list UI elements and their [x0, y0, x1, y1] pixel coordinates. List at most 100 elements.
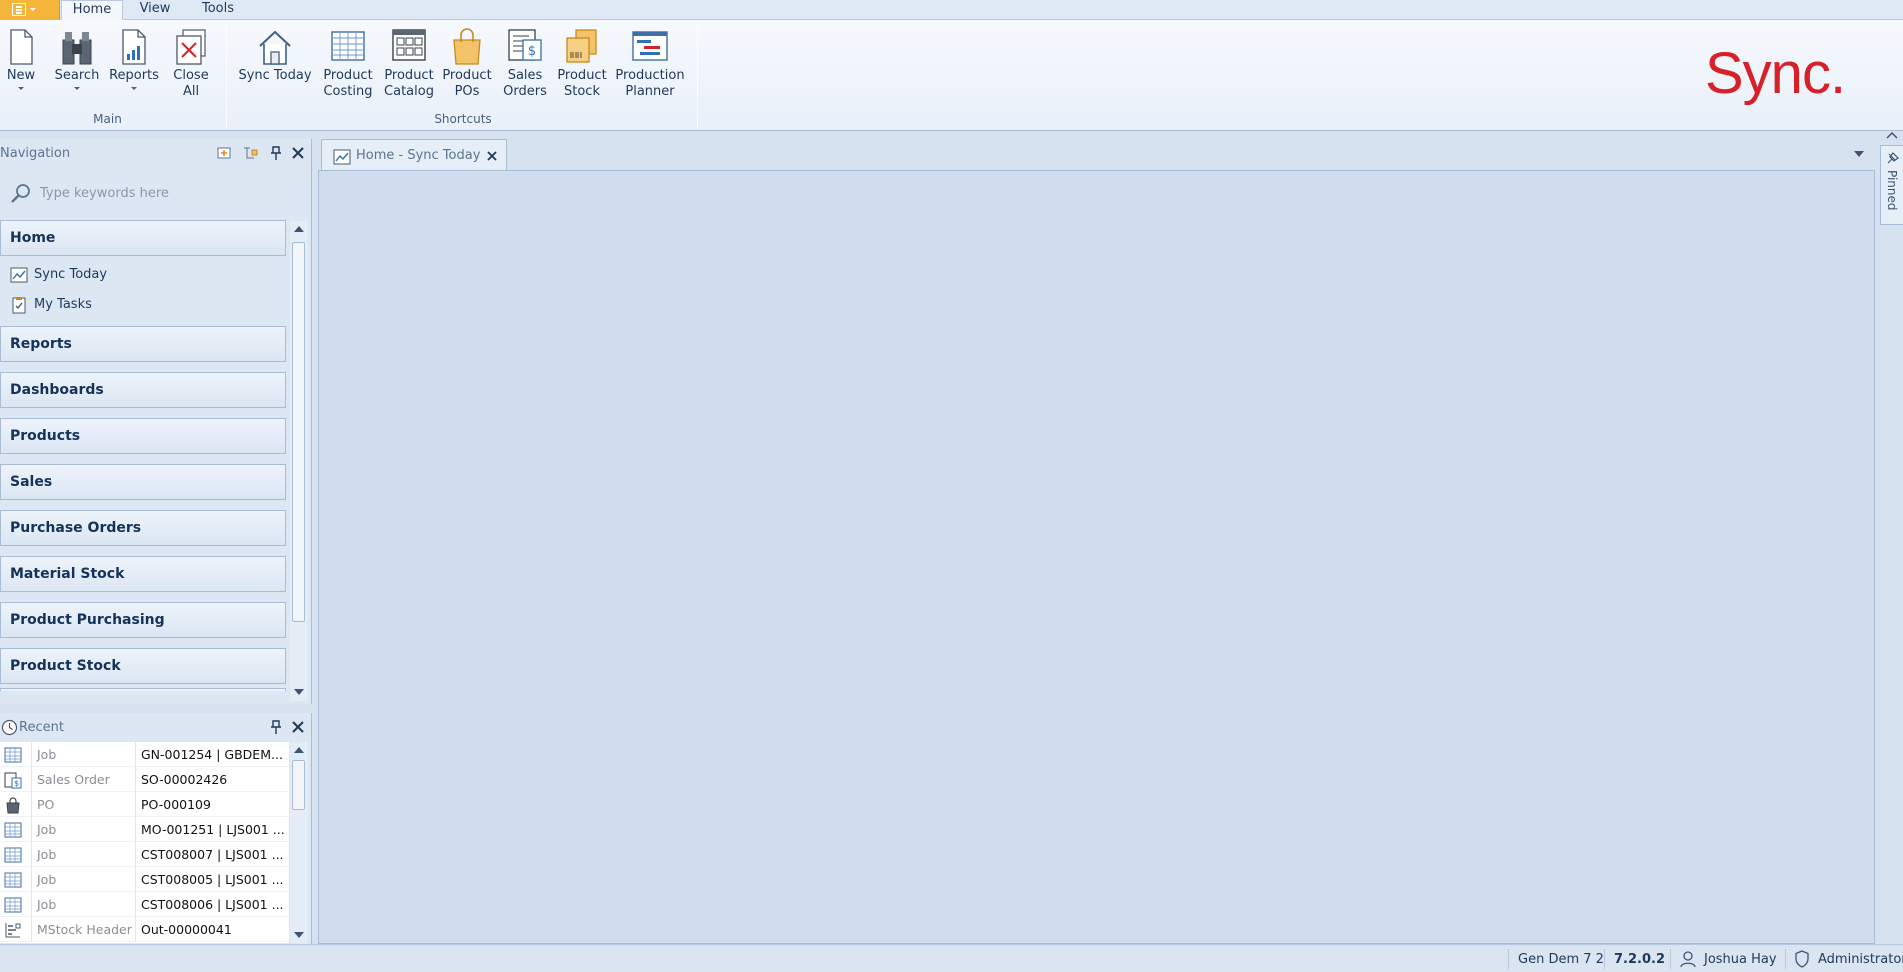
pin-icon[interactable]: [268, 145, 284, 161]
recent-value: SO-00002426: [141, 772, 228, 787]
recent-type: Sales Order: [31, 767, 136, 792]
tab-view[interactable]: View: [130, 0, 180, 20]
document-area: Home - Sync Today: [318, 139, 1880, 944]
collapse-ribbon-icon[interactable]: [1886, 130, 1898, 140]
nav-group-sales[interactable]: Sales: [0, 464, 286, 500]
recent-row[interactable]: PO PO-000109: [0, 792, 289, 817]
sync-today-label: Sync Today: [238, 68, 312, 83]
nav-group-purchase-orders[interactable]: Purchase Orders: [0, 510, 286, 546]
product-pos-label-1: Product: [442, 68, 492, 83]
scroll-down-icon[interactable]: [294, 689, 304, 695]
recent-pane: Recent Job GN-001254 | GBDEM... $ Sales …: [0, 713, 312, 944]
scroll-up-icon[interactable]: [294, 226, 304, 232]
recent-row[interactable]: Job CST008007 | LJS001 ...: [0, 842, 289, 867]
chevron-down-icon: [18, 87, 24, 90]
recent-row[interactable]: Job CST008005 | LJS001 ...: [0, 867, 289, 892]
status-user[interactable]: Joshua Hay: [1704, 952, 1777, 967]
recent-type: Job: [31, 867, 136, 892]
reports-button[interactable]: Reports: [108, 24, 160, 90]
collapse-all-icon[interactable]: [242, 145, 258, 161]
recent-value: GN-001254 | GBDEM...: [141, 747, 283, 762]
recent-row[interactable]: Job CST008006 | LJS001 ...: [0, 892, 289, 917]
close-tab-icon[interactable]: [486, 150, 498, 162]
document-tab[interactable]: Home - Sync Today: [321, 139, 507, 171]
sales-orders-button[interactable]: $ Sales Orders: [501, 24, 549, 100]
new-button[interactable]: New: [0, 24, 42, 90]
sync-today-button[interactable]: Sync Today: [238, 24, 312, 84]
grid-sheet-icon: [331, 31, 365, 61]
status-role: Administrator: [1818, 952, 1903, 967]
recent-type: Job: [31, 892, 136, 917]
nav-group-product-purchasing[interactable]: Product Purchasing: [0, 602, 286, 638]
close-all-label-1: Close: [173, 68, 209, 83]
chevron-down-icon: [74, 87, 80, 90]
nav-item-sync-today[interactable]: Sync Today: [8, 263, 278, 287]
ribbon-tab-strip: Home View Tools: [0, 0, 1903, 20]
product-costing-button[interactable]: Product Costing: [320, 24, 376, 100]
recent-row[interactable]: Job MO-001251 | LJS001 ...: [0, 817, 289, 842]
production-planner-button[interactable]: Production Planner: [615, 24, 685, 100]
close-all-button[interactable]: Close All: [167, 24, 215, 100]
grid-sheet-icon: [4, 847, 22, 863]
recent-scrollbar[interactable]: [290, 742, 308, 943]
close-all-icon: [176, 29, 206, 65]
scroll-down-icon[interactable]: [294, 932, 304, 938]
binoculars-icon: [62, 32, 92, 65]
application-menu-button[interactable]: [0, 0, 60, 20]
status-version: 7.2.0.2: [1614, 952, 1665, 967]
app-menu-icon: [12, 3, 26, 16]
recent-row[interactable]: MStock Header Out-00000041: [0, 917, 289, 942]
recent-type: MStock Header: [31, 917, 136, 942]
status-bar: Gen Dem 7 2 7.2.0.2 Joshua Hay Administr…: [0, 944, 1903, 972]
grid-sheet-icon: [4, 872, 22, 888]
ribbon: New Search Reports Close All Main Sync T…: [0, 20, 1903, 139]
tab-home[interactable]: Home: [61, 0, 123, 20]
scroll-up-icon[interactable]: [294, 747, 304, 753]
expand-all-icon[interactable]: [216, 145, 232, 161]
product-pos-button[interactable]: Product POs: [441, 24, 493, 100]
group-divider: [226, 24, 227, 128]
status-divider: [1670, 949, 1671, 969]
catalog-icon: [392, 29, 426, 61]
navigation-search[interactable]: [6, 180, 306, 206]
nav-item-my-tasks[interactable]: My Tasks: [8, 293, 278, 317]
search-input[interactable]: [40, 182, 290, 204]
product-catalog-button[interactable]: Product Catalog: [381, 24, 437, 100]
stock-boxes-icon: [566, 29, 597, 63]
home-icon: [259, 30, 291, 65]
reports-label: Reports: [109, 68, 159, 83]
nav-group-product-stock[interactable]: Product Stock: [0, 648, 286, 684]
scrollbar-thumb[interactable]: [292, 242, 305, 622]
sales-orders-label-2: Orders: [503, 84, 547, 99]
group-divider: [697, 24, 698, 128]
recent-row[interactable]: Job GN-001254 | GBDEM...: [0, 742, 289, 767]
recent-value: CST008005 | LJS001 ...: [141, 872, 284, 887]
pinned-panel-tab[interactable]: Pinned: [1880, 145, 1903, 225]
pin-icon[interactable]: [268, 719, 284, 735]
grid-sheet-icon: [4, 747, 22, 763]
document-list-dropdown-icon[interactable]: [1854, 151, 1864, 157]
nav-group-material-stock[interactable]: Material Stock: [0, 556, 286, 592]
search-button[interactable]: Search: [52, 24, 102, 90]
scrollbar-thumb[interactable]: [292, 760, 305, 810]
nav-group-partial[interactable]: [0, 688, 286, 691]
recent-header: Recent: [0, 713, 312, 741]
nav-group-dashboards[interactable]: Dashboards: [0, 372, 286, 408]
chart-window-icon: [10, 267, 28, 283]
navigation-title: Navigation: [0, 146, 71, 161]
recent-row[interactable]: $ Sales Order SO-00002426: [0, 767, 289, 792]
close-icon[interactable]: [290, 719, 306, 735]
close-icon[interactable]: [290, 145, 306, 161]
navigation-pane: Navigation Home Sync Today: [0, 139, 312, 704]
product-stock-label-2: Stock: [564, 84, 600, 99]
nav-group-reports[interactable]: Reports: [0, 326, 286, 362]
product-catalog-label-1: Product: [384, 68, 434, 83]
new-document-icon: [10, 29, 33, 65]
tab-tools[interactable]: Tools: [190, 0, 246, 20]
product-stock-button[interactable]: Product Stock: [557, 24, 607, 100]
navigation-scrollbar[interactable]: [290, 221, 308, 701]
chart-window-icon: [333, 149, 351, 165]
nav-item-label: Sync Today: [34, 267, 108, 282]
nav-group-products[interactable]: Products: [0, 418, 286, 454]
nav-group-home[interactable]: Home: [0, 220, 286, 256]
